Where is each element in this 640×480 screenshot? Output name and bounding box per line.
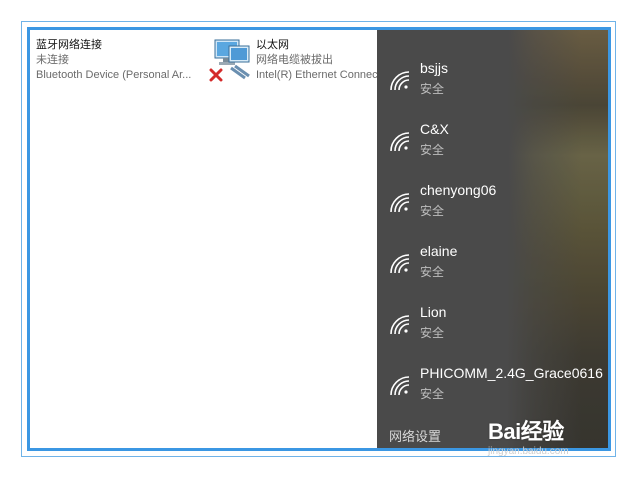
watermark-url: jingyan.baidu.com — [488, 446, 569, 457]
wifi-network-item[interactable]: Lion 安全 — [377, 296, 608, 352]
baidu-jingyan-watermark: Bai经验 jingyan.baidu.com — [488, 408, 618, 468]
ethernet-device-name: Intel(R) Ethernet Connec — [256, 69, 378, 81]
wifi-security-status: 安全 — [420, 387, 445, 401]
ethernet-adapter-icon[interactable] — [209, 38, 253, 86]
wifi-signal-icon — [390, 254, 410, 274]
wifi-network-item[interactable]: PHICOMM_2.4G_Grace0616 安全 — [377, 357, 608, 413]
wifi-ssid: elaine — [420, 243, 458, 259]
wifi-ssid: PHICOMM_2.4G_Grace0616 — [420, 365, 603, 381]
ethernet-connection-item[interactable]: 以太网 网络电缆被拔出 Intel(R) Ethernet Connec — [256, 38, 380, 83]
wifi-security-status: 安全 — [420, 204, 445, 218]
wifi-signal-icon — [390, 71, 410, 91]
ethernet-connection-name: 以太网 — [256, 39, 289, 51]
wifi-ssid: chenyong06 — [420, 182, 497, 198]
wifi-network-item[interactable]: elaine 安全 — [377, 235, 608, 291]
bluetooth-device-name: Bluetooth Device (Personal Ar... — [36, 69, 192, 81]
wifi-security-status: 安全 — [420, 326, 445, 340]
bluetooth-connection-item[interactable]: 蓝牙网络连接 未连接 Bluetooth Device (Personal Ar… — [36, 38, 201, 83]
wifi-security-status: 安全 — [420, 82, 445, 96]
ethernet-connection-status: 网络电缆被拔出 — [256, 54, 333, 66]
wifi-network-item[interactable]: bsjjs 安全 — [377, 52, 608, 108]
wifi-ssid: C&X — [420, 121, 449, 137]
wifi-ssid: Lion — [420, 304, 447, 320]
wifi-network-item[interactable]: chenyong06 安全 — [377, 174, 608, 230]
wifi-signal-icon — [390, 132, 410, 152]
wifi-flyout-panel: bsjjs 安全 C&X 安全 chenyong06 安全 elaine 安全 … — [377, 30, 608, 448]
wifi-network-item[interactable]: C&X 安全 — [377, 113, 608, 169]
wifi-security-status: 安全 — [420, 265, 445, 279]
wifi-signal-icon — [390, 315, 410, 335]
bluetooth-connection-name: 蓝牙网络连接 — [36, 39, 102, 51]
wifi-signal-icon — [390, 193, 410, 213]
network-settings-link[interactable]: 网络设置 — [389, 426, 441, 445]
wifi-signal-icon — [390, 376, 410, 396]
network-connections-window: 蓝牙网络连接 未连接 Bluetooth Device (Personal Ar… — [27, 27, 611, 451]
watermark-logo: Bai经验 — [488, 419, 564, 444]
bluetooth-connection-status: 未连接 — [36, 54, 69, 66]
wifi-ssid: bsjjs — [420, 60, 449, 76]
wifi-security-status: 安全 — [420, 143, 445, 157]
